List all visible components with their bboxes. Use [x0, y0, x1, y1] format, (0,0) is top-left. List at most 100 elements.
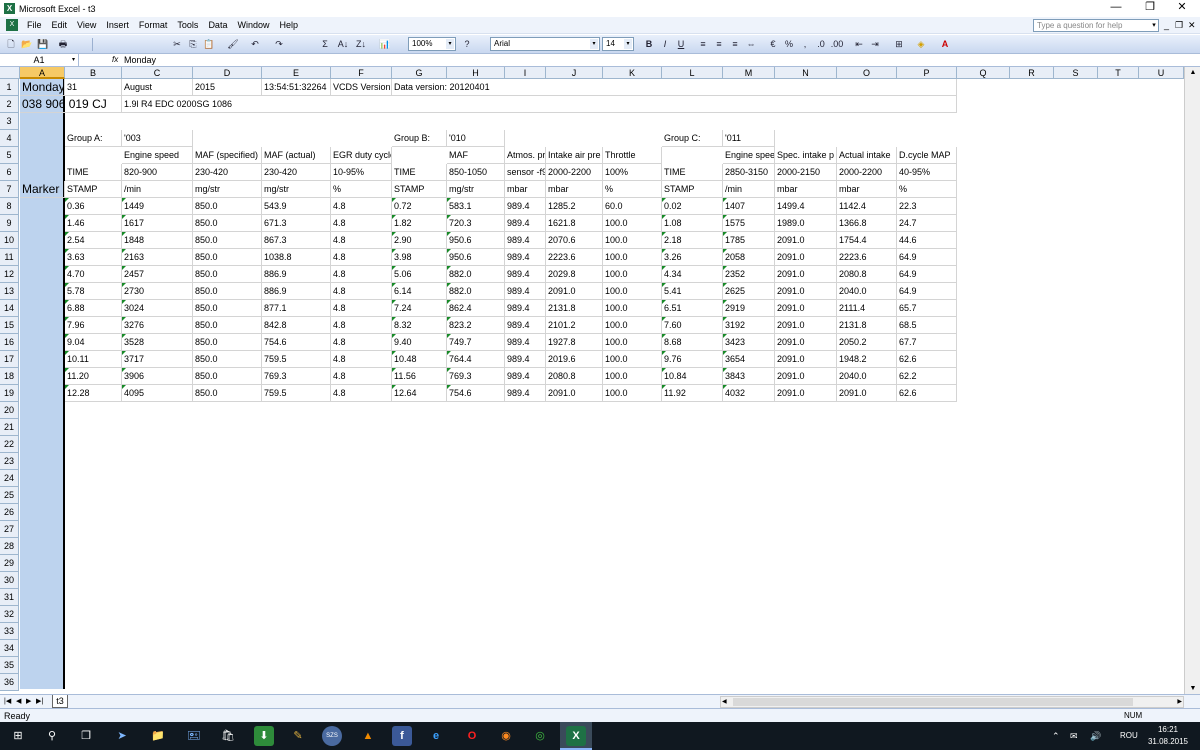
cell-k17[interactable]: 100.0 [603, 351, 662, 368]
cell-l6[interactable]: TIME [662, 164, 723, 181]
cell-d13[interactable]: 850.0 [193, 283, 262, 300]
select-all-corner[interactable] [0, 67, 20, 79]
cell-d6[interactable]: 230-420 [193, 164, 262, 181]
cell-a7[interactable]: Marker [20, 181, 65, 198]
cell-c8[interactable]: 1449 [122, 198, 193, 215]
cell-c4[interactable]: '003 [122, 130, 193, 147]
cell-p12[interactable]: 64.9 [897, 266, 957, 283]
cell-k12[interactable]: 100.0 [603, 266, 662, 283]
cell-o18[interactable]: 2040.0 [837, 368, 897, 385]
menu-insert[interactable]: Insert [101, 20, 134, 30]
cell-f15[interactable]: 4.8 [331, 317, 392, 334]
cell-l7[interactable]: STAMP [662, 181, 723, 198]
cell-o10[interactable]: 1754.4 [837, 232, 897, 249]
font-size-dropdown-arrow[interactable]: ▾ [624, 39, 632, 49]
column-header-l[interactable]: L [662, 67, 723, 79]
cell-f16[interactable]: 4.8 [331, 334, 392, 351]
cell-d17[interactable]: 850.0 [193, 351, 262, 368]
cell-m12[interactable]: 2352 [723, 266, 775, 283]
autosum-icon[interactable]: Σ [318, 37, 332, 51]
new-icon[interactable]: 🗋 [4, 37, 18, 51]
cell-n17[interactable]: 2091.0 [775, 351, 837, 368]
cell-p14[interactable]: 65.7 [897, 300, 957, 317]
cell-d19[interactable]: 850.0 [193, 385, 262, 402]
percent-button[interactable]: % [782, 37, 796, 51]
cell-m16[interactable]: 3423 [723, 334, 775, 351]
cell-p5[interactable]: D.cycle MAP [897, 147, 957, 164]
italic-button[interactable]: I [658, 37, 672, 51]
cell-j16[interactable]: 1927.8 [546, 334, 603, 351]
cell-i13[interactable]: 989.4 [505, 283, 546, 300]
cell-i6[interactable]: sensor -f96 [505, 164, 546, 181]
cell-p16[interactable]: 67.7 [897, 334, 957, 351]
cell-i12[interactable]: 989.4 [505, 266, 546, 283]
cell-d5[interactable]: MAF (specified) [193, 147, 262, 164]
facebook-icon[interactable]: f [392, 726, 412, 746]
firefox-icon[interactable]: ◉ [496, 726, 516, 746]
cell-b7[interactable]: STAMP [65, 181, 122, 198]
row-header-9[interactable]: 9 [0, 215, 19, 232]
cell-i8[interactable]: 989.4 [505, 198, 546, 215]
row-header-19[interactable]: 19 [0, 385, 19, 402]
print-icon[interactable]: 🖶 [56, 37, 70, 51]
row-header-7[interactable]: 7 [0, 181, 19, 198]
cell-b11[interactable]: 3.63 [65, 249, 122, 266]
cell-c2[interactable]: 1.9l R4 EDC 0200SG 1086 [122, 96, 957, 113]
first-sheet-button[interactable]: |◀ [4, 696, 11, 708]
cell-f17[interactable]: 4.8 [331, 351, 392, 368]
cell-b9[interactable]: 1.46 [65, 215, 122, 232]
edge-icon[interactable]: e [426, 726, 446, 746]
scroll-left-button[interactable]: ◀ [722, 697, 727, 707]
align-left-icon[interactable]: ≡ [696, 37, 710, 51]
cell-l10[interactable]: 2.18 [662, 232, 723, 249]
cell-c16[interactable]: 3528 [122, 334, 193, 351]
prev-sheet-button[interactable]: ◀ [16, 696, 21, 708]
menu-window[interactable]: Window [232, 20, 274, 30]
cell-e1[interactable]: 13:54:51:32264 [262, 79, 331, 96]
cell-b1[interactable]: 31 [65, 79, 122, 96]
cell-k16[interactable]: 100.0 [603, 334, 662, 351]
column-header-g[interactable]: G [392, 67, 447, 79]
cell-h11[interactable]: 950.6 [447, 249, 505, 266]
torrent-icon[interactable]: ⬇ [254, 726, 274, 746]
cell-a1[interactable]: Monday [20, 79, 65, 96]
cell-e19[interactable]: 759.5 [262, 385, 331, 402]
align-center-icon[interactable]: ≡ [712, 37, 726, 51]
cell-j9[interactable]: 1621.8 [546, 215, 603, 232]
cell-c6[interactable]: 820-900 [122, 164, 193, 181]
horizontal-scroll-thumb[interactable] [733, 698, 1133, 706]
column-header-p[interactable]: P [897, 67, 957, 79]
cell-i15[interactable]: 989.4 [505, 317, 546, 334]
cell-j18[interactable]: 2080.8 [546, 368, 603, 385]
cell-k8[interactable]: 60.0 [603, 198, 662, 215]
cell-n11[interactable]: 2091.0 [775, 249, 837, 266]
cell-h14[interactable]: 862.4 [447, 300, 505, 317]
cell-n12[interactable]: 2091.0 [775, 266, 837, 283]
cell-e8[interactable]: 543.9 [262, 198, 331, 215]
cell-i11[interactable]: 989.4 [505, 249, 546, 266]
cell-c14[interactable]: 3024 [122, 300, 193, 317]
cell-g11[interactable]: 3.98 [392, 249, 447, 266]
cell-g13[interactable]: 6.14 [392, 283, 447, 300]
clock[interactable]: 16:21 31.08.2015 [1140, 724, 1196, 748]
row-header-18[interactable]: 18 [0, 368, 19, 385]
cell-m11[interactable]: 2058 [723, 249, 775, 266]
cell-l14[interactable]: 6.51 [662, 300, 723, 317]
cell-d9[interactable]: 850.0 [193, 215, 262, 232]
cell-g8[interactable]: 0.72 [392, 198, 447, 215]
save-icon[interactable]: 💾 [36, 37, 50, 51]
cell-c18[interactable]: 3906 [122, 368, 193, 385]
taskbar-app-6-icon[interactable]: ✎ [288, 726, 308, 746]
taskbar-excel-active[interactable]: X [560, 722, 592, 750]
row-header-29[interactable]: 29 [0, 555, 19, 572]
doc-minimize-button[interactable]: _ [1164, 19, 1169, 31]
cell-j14[interactable]: 2131.8 [546, 300, 603, 317]
cell-l13[interactable]: 5.41 [662, 283, 723, 300]
column-header-h[interactable]: H [447, 67, 505, 79]
help-question-input[interactable]: Type a question for help [1033, 19, 1159, 32]
copy-icon[interactable]: ⎘ [186, 37, 200, 51]
row-header-22[interactable]: 22 [0, 436, 19, 453]
cell-k18[interactable]: 100.0 [603, 368, 662, 385]
underline-button[interactable]: U [674, 37, 688, 51]
cell-l19[interactable]: 11.92 [662, 385, 723, 402]
